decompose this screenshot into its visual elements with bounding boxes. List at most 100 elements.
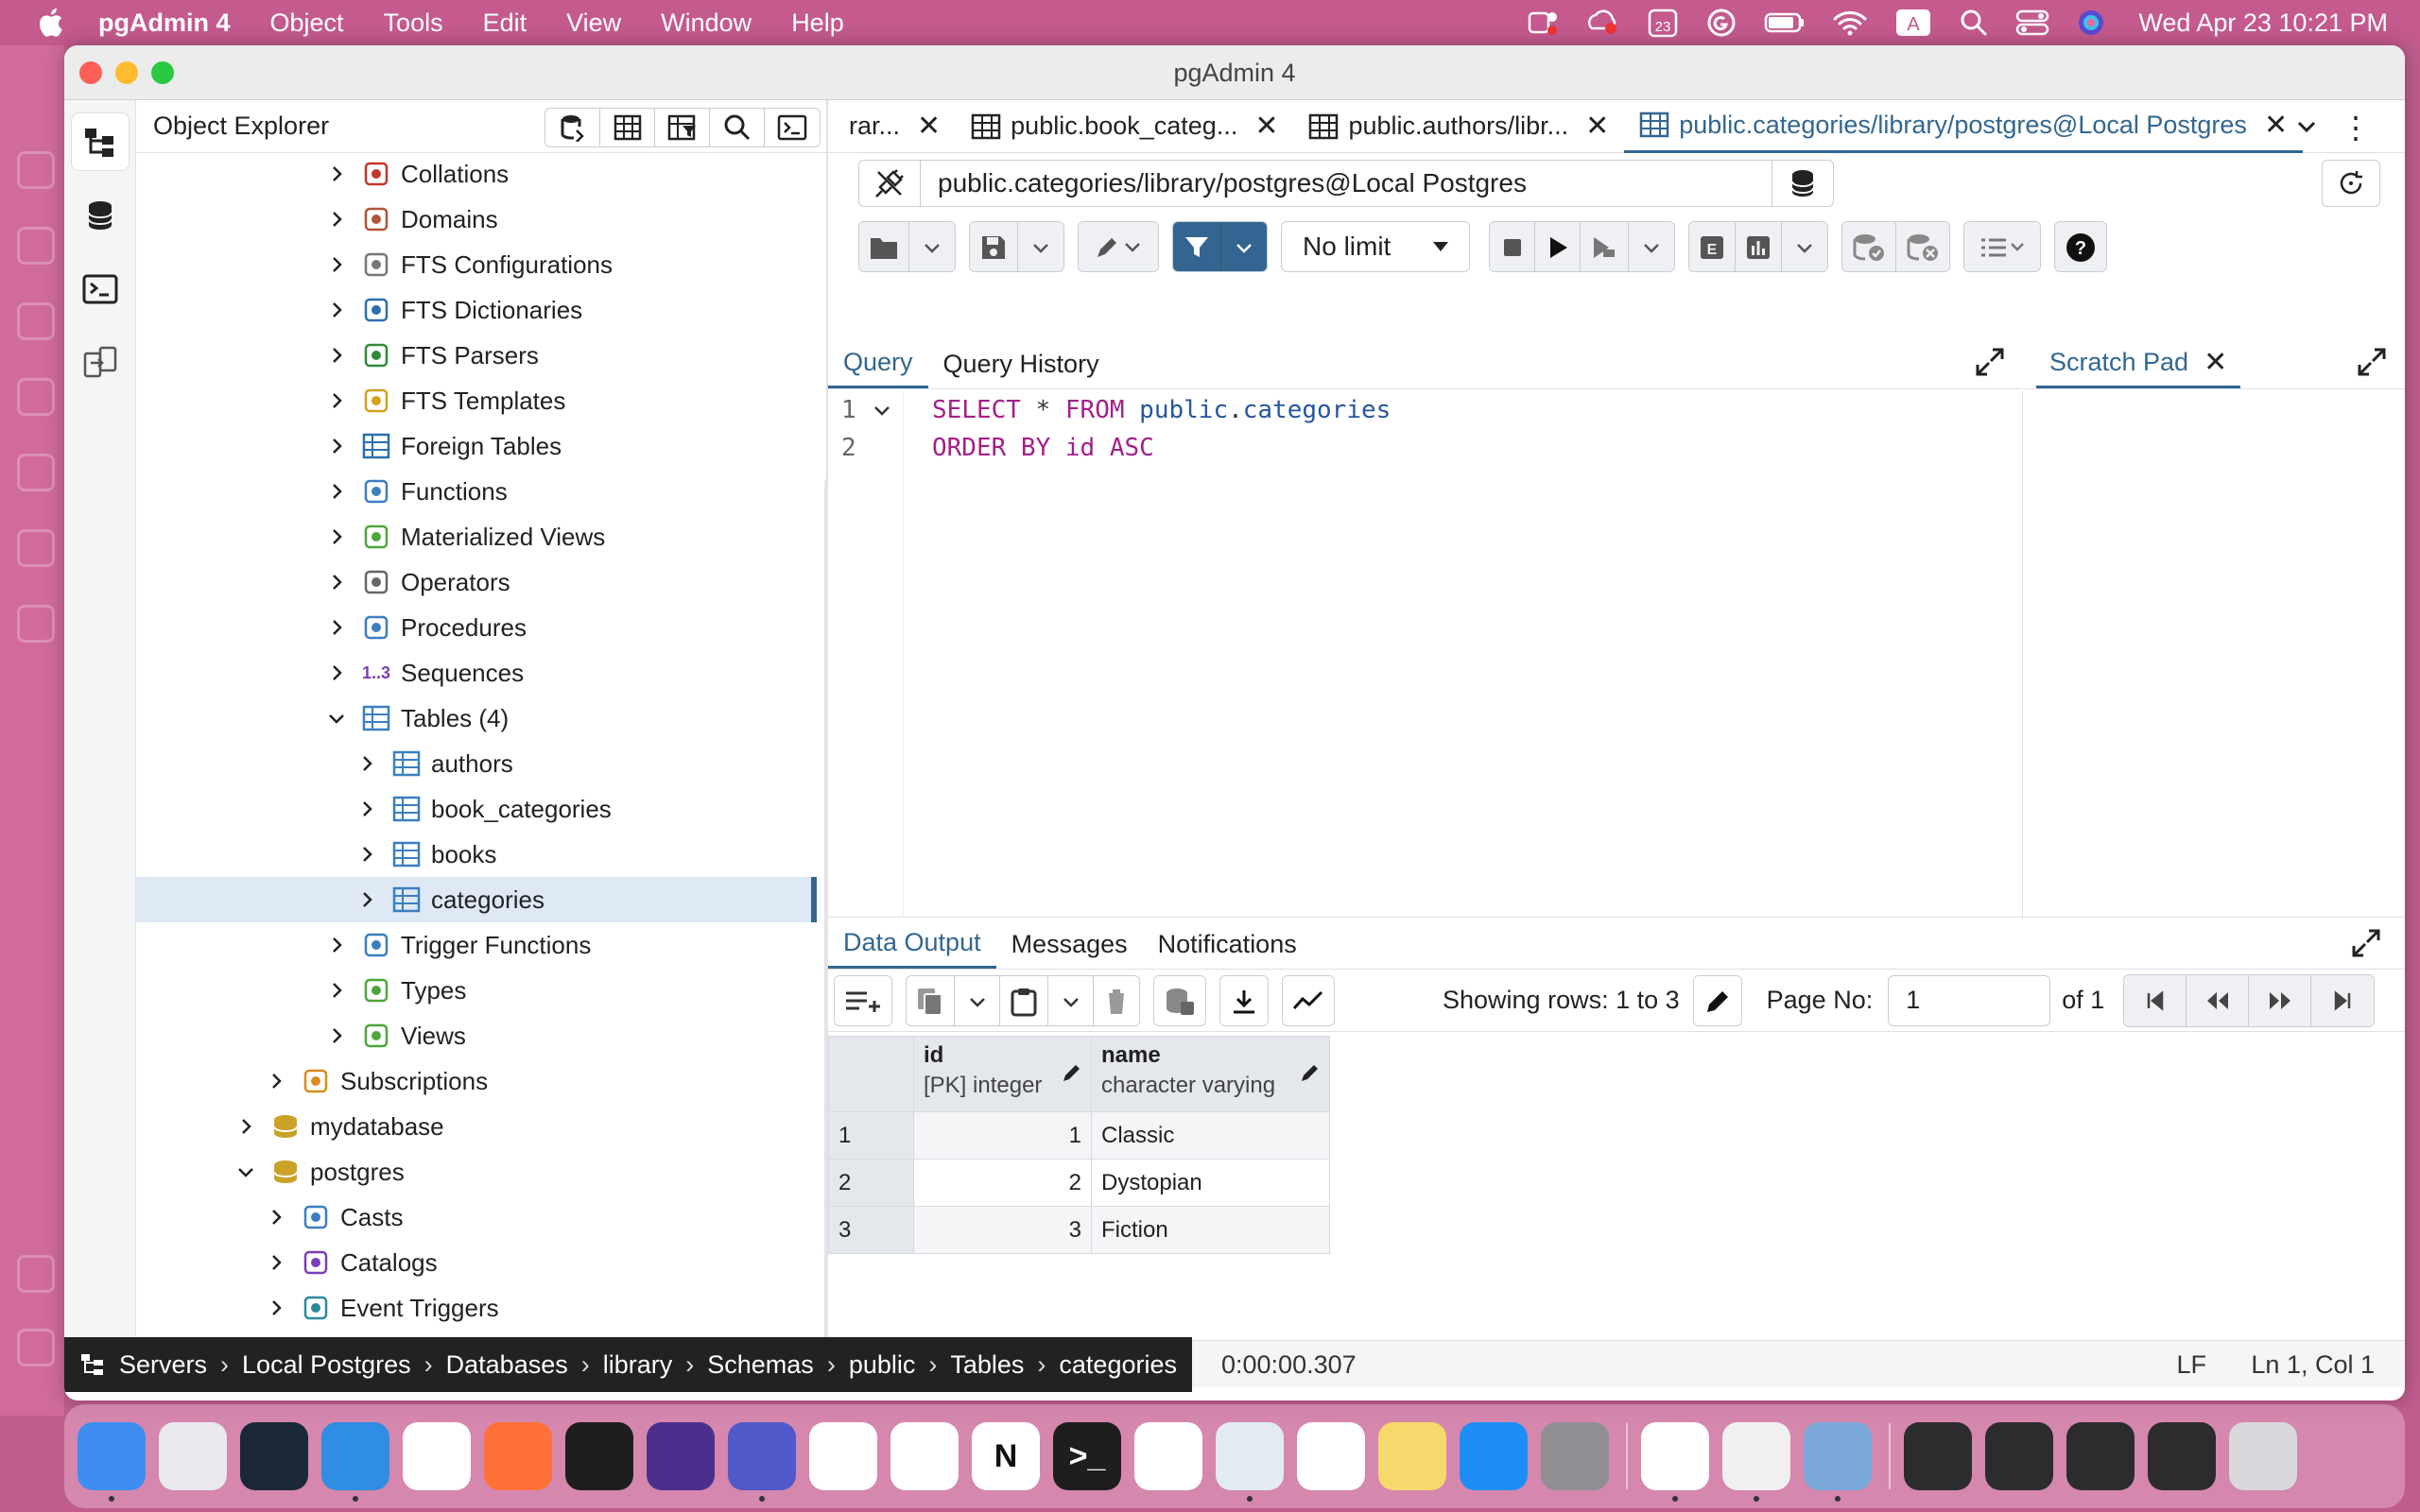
row-limit-select[interactable]: No limit [1281, 221, 1470, 272]
tab-query-history[interactable]: Query History [928, 339, 1115, 388]
tree-node[interactable]: mydatabase [234, 1104, 444, 1149]
filter-button[interactable] [1173, 222, 1221, 271]
workspace-rail-button[interactable] [72, 187, 129, 244]
menu-help[interactable]: Help [791, 9, 844, 38]
tree-node[interactable]: FTS Configurations [325, 242, 613, 287]
tab-data-output[interactable]: Data Output [828, 919, 996, 969]
menu-edit[interactable]: Edit [483, 9, 527, 38]
pgadmin-icon[interactable] [1216, 1422, 1284, 1502]
chevron-right-icon[interactable] [265, 1206, 287, 1228]
chevron-right-icon[interactable] [325, 344, 348, 367]
commit-button[interactable] [1842, 222, 1896, 271]
close-icon[interactable]: ✕ [2204, 346, 2227, 379]
connection-status-button[interactable] [858, 160, 921, 207]
tree-node[interactable]: Types [325, 968, 466, 1013]
search-objects-button[interactable] [710, 109, 765, 146]
paste-button[interactable] [1000, 975, 1048, 1025]
steam-icon[interactable] [240, 1422, 308, 1490]
psql-tool-button[interactable] [765, 109, 820, 146]
vscode-icon[interactable] [809, 1422, 877, 1490]
github-icon[interactable] [890, 1422, 959, 1490]
row-number-cell[interactable]: 1 [828, 1111, 914, 1160]
chevron-down-icon[interactable] [325, 707, 348, 730]
spotlight-search-icon[interactable] [1959, 8, 1989, 38]
window-thumb-1[interactable] [1904, 1422, 1972, 1490]
terminal-icon[interactable]: >_ [1053, 1422, 1121, 1490]
close-tab-icon[interactable]: ✕ [2264, 109, 2288, 142]
open-file-dropdown[interactable] [909, 222, 955, 271]
safari-icon[interactable] [321, 1422, 389, 1502]
chevron-right-icon[interactable] [325, 389, 348, 412]
chevron-right-icon[interactable] [355, 752, 378, 775]
fold-chevron-icon[interactable] [873, 404, 890, 418]
photos-icon[interactable] [1297, 1422, 1365, 1490]
opera-icon[interactable] [403, 1422, 471, 1490]
execute-query-button[interactable] [1535, 222, 1581, 271]
chevron-right-icon[interactable] [325, 525, 348, 548]
name-cell[interactable]: Classic [1091, 1111, 1330, 1160]
obsidian-icon[interactable] [647, 1422, 715, 1490]
siri-icon[interactable] [2076, 8, 2106, 38]
chevron-right-icon[interactable] [325, 435, 348, 457]
chevron-right-icon[interactable] [265, 1297, 287, 1319]
app-menu[interactable]: pgAdmin 4 [98, 9, 231, 38]
launchpad-icon[interactable] [159, 1422, 227, 1490]
row-number-cell[interactable]: 2 [828, 1159, 914, 1207]
tree-node[interactable]: FTS Parsers [325, 333, 539, 378]
macros-button[interactable] [1964, 222, 2040, 271]
trash-icon[interactable] [2229, 1422, 2297, 1490]
download-csv-button[interactable] [1220, 975, 1268, 1025]
filter-rows-button[interactable] [655, 109, 710, 146]
close-tab-icon[interactable]: ✕ [917, 110, 941, 143]
chevron-right-icon[interactable] [234, 1115, 257, 1138]
tab-scratch-pad[interactable]: Scratch Pad ✕ [2036, 339, 2241, 388]
tree-node[interactable]: Domains [325, 197, 498, 242]
calendar-icon[interactable]: 23 [1647, 7, 1679, 39]
notion-icon[interactable]: N [972, 1422, 1040, 1490]
column-header-name[interactable]: name character varying [1091, 1036, 1330, 1112]
stop-query-button[interactable] [1490, 222, 1535, 271]
chevron-right-icon[interactable] [355, 843, 378, 866]
tree-node[interactable]: categories [355, 877, 544, 922]
mongodb-icon[interactable] [1134, 1422, 1202, 1490]
tree-node[interactable]: Casts [265, 1194, 403, 1240]
menubar-clock[interactable]: Wed Apr 23 10:21 PM [2138, 9, 2388, 38]
chevron-down-icon[interactable] [234, 1160, 257, 1183]
next-page-button[interactable] [2249, 974, 2312, 1026]
tree-node[interactable]: FTS Dictionaries [325, 287, 582, 333]
tree-node[interactable]: Functions [325, 469, 508, 514]
line-ending-indicator[interactable]: LF [2176, 1350, 2206, 1380]
open-file-button[interactable] [859, 222, 909, 271]
tree-node[interactable]: Catalogs [265, 1240, 438, 1285]
chevron-right-icon[interactable] [355, 888, 378, 911]
window-thumb-2[interactable] [1985, 1422, 2053, 1490]
filter-dropdown[interactable] [1221, 222, 1267, 271]
chevron-right-icon[interactable] [325, 934, 348, 956]
chevron-right-icon[interactable] [325, 662, 348, 684]
notes-icon[interactable] [1378, 1422, 1446, 1490]
chevron-right-icon[interactable] [265, 1251, 287, 1274]
chevron-right-icon[interactable] [325, 299, 348, 321]
chevron-right-icon[interactable] [325, 571, 348, 593]
edit-menu-button[interactable] [1079, 222, 1158, 271]
edit-rows-button[interactable] [1693, 975, 1741, 1025]
tree-node[interactable]: Operators [325, 559, 510, 605]
name-cell[interactable]: Fiction [1091, 1206, 1330, 1254]
new-connection-button[interactable] [1772, 160, 1834, 207]
expand-icon[interactable] [2356, 346, 2388, 378]
tab-query[interactable]: Query [828, 339, 928, 388]
query-tool-button[interactable] [545, 109, 600, 146]
tree-node[interactable]: Views [325, 1013, 466, 1058]
tab-list-chevron-icon[interactable] [2293, 113, 2320, 140]
connection-selector[interactable]: public.categories/library/postgres@Local… [921, 160, 1772, 207]
first-page-button[interactable] [2124, 974, 2187, 1026]
teams-icon[interactable] [728, 1422, 796, 1502]
chevron-right-icon[interactable] [325, 979, 348, 1002]
tree-node[interactable]: books [355, 832, 496, 877]
teams-status-icon[interactable] [1526, 8, 1560, 38]
refresh-button[interactable] [2322, 160, 2380, 207]
column-header-id[interactable]: id [PK] integer [913, 1036, 1092, 1112]
tree-node[interactable]: Subscriptions [265, 1058, 488, 1104]
tree-node[interactable]: FTS Templates [325, 378, 565, 423]
row-number-header[interactable] [828, 1036, 914, 1112]
